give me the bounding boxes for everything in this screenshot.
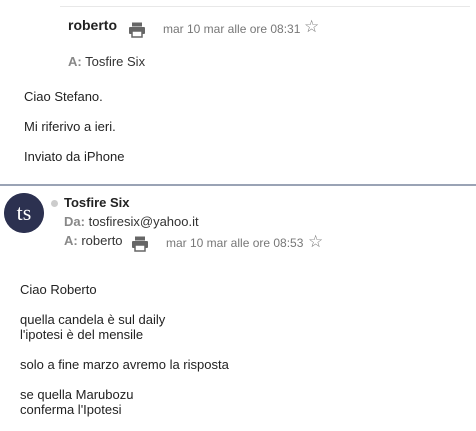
message-divider <box>0 184 476 186</box>
star-icon[interactable]: ☆ <box>304 18 319 35</box>
body-line: Inviato da iPhone <box>24 149 125 164</box>
body-line: Mi riferivo a ieri. <box>24 119 116 134</box>
message-date: mar 10 mar alle ore 08:53 <box>166 236 304 250</box>
recipient-name[interactable]: roberto <box>81 233 122 248</box>
from-address[interactable]: tosfiresix@yahoo.it <box>89 214 199 229</box>
header-separator <box>60 6 470 7</box>
body-line: Ciao Stefano. <box>24 89 103 104</box>
avatar-image: ts <box>4 193 44 233</box>
to-label: A: <box>68 54 82 69</box>
body-line: l'ipotesi è del mensile <box>20 327 144 342</box>
body-line: quella candela è sul daily <box>20 312 166 327</box>
print-icon[interactable] <box>131 236 149 252</box>
from-line: Da: tosfiresix@yahoo.it <box>64 214 199 229</box>
recipient-name[interactable]: Tosfire Six <box>85 54 145 69</box>
email-thread: roberto mar 10 mar alle ore 08:31 ☆ A: T… <box>0 0 476 431</box>
recipient-line: A: roberto <box>64 233 123 248</box>
star-icon[interactable]: ☆ <box>308 233 323 250</box>
message-date: mar 10 mar alle ore 08:31 <box>163 22 301 36</box>
body-line: conferma l'Ipotesi <box>20 402 122 417</box>
avatar[interactable]: ts <box>4 193 44 233</box>
body-line: se quella Marubozu <box>20 387 134 402</box>
presence-dot <box>51 200 58 207</box>
to-label: A: <box>64 233 78 248</box>
avatar-text: ts <box>17 200 32 225</box>
print-icon[interactable] <box>128 22 146 38</box>
recipient-line: A: Tosfire Six <box>68 54 145 69</box>
sender-name[interactable]: roberto <box>68 17 117 33</box>
from-label: Da: <box>64 214 85 229</box>
body-line: solo a fine marzo avremo la risposta <box>20 357 229 372</box>
sender-name[interactable]: Tosfire Six <box>64 195 130 210</box>
body-line: Ciao Roberto <box>20 282 97 297</box>
